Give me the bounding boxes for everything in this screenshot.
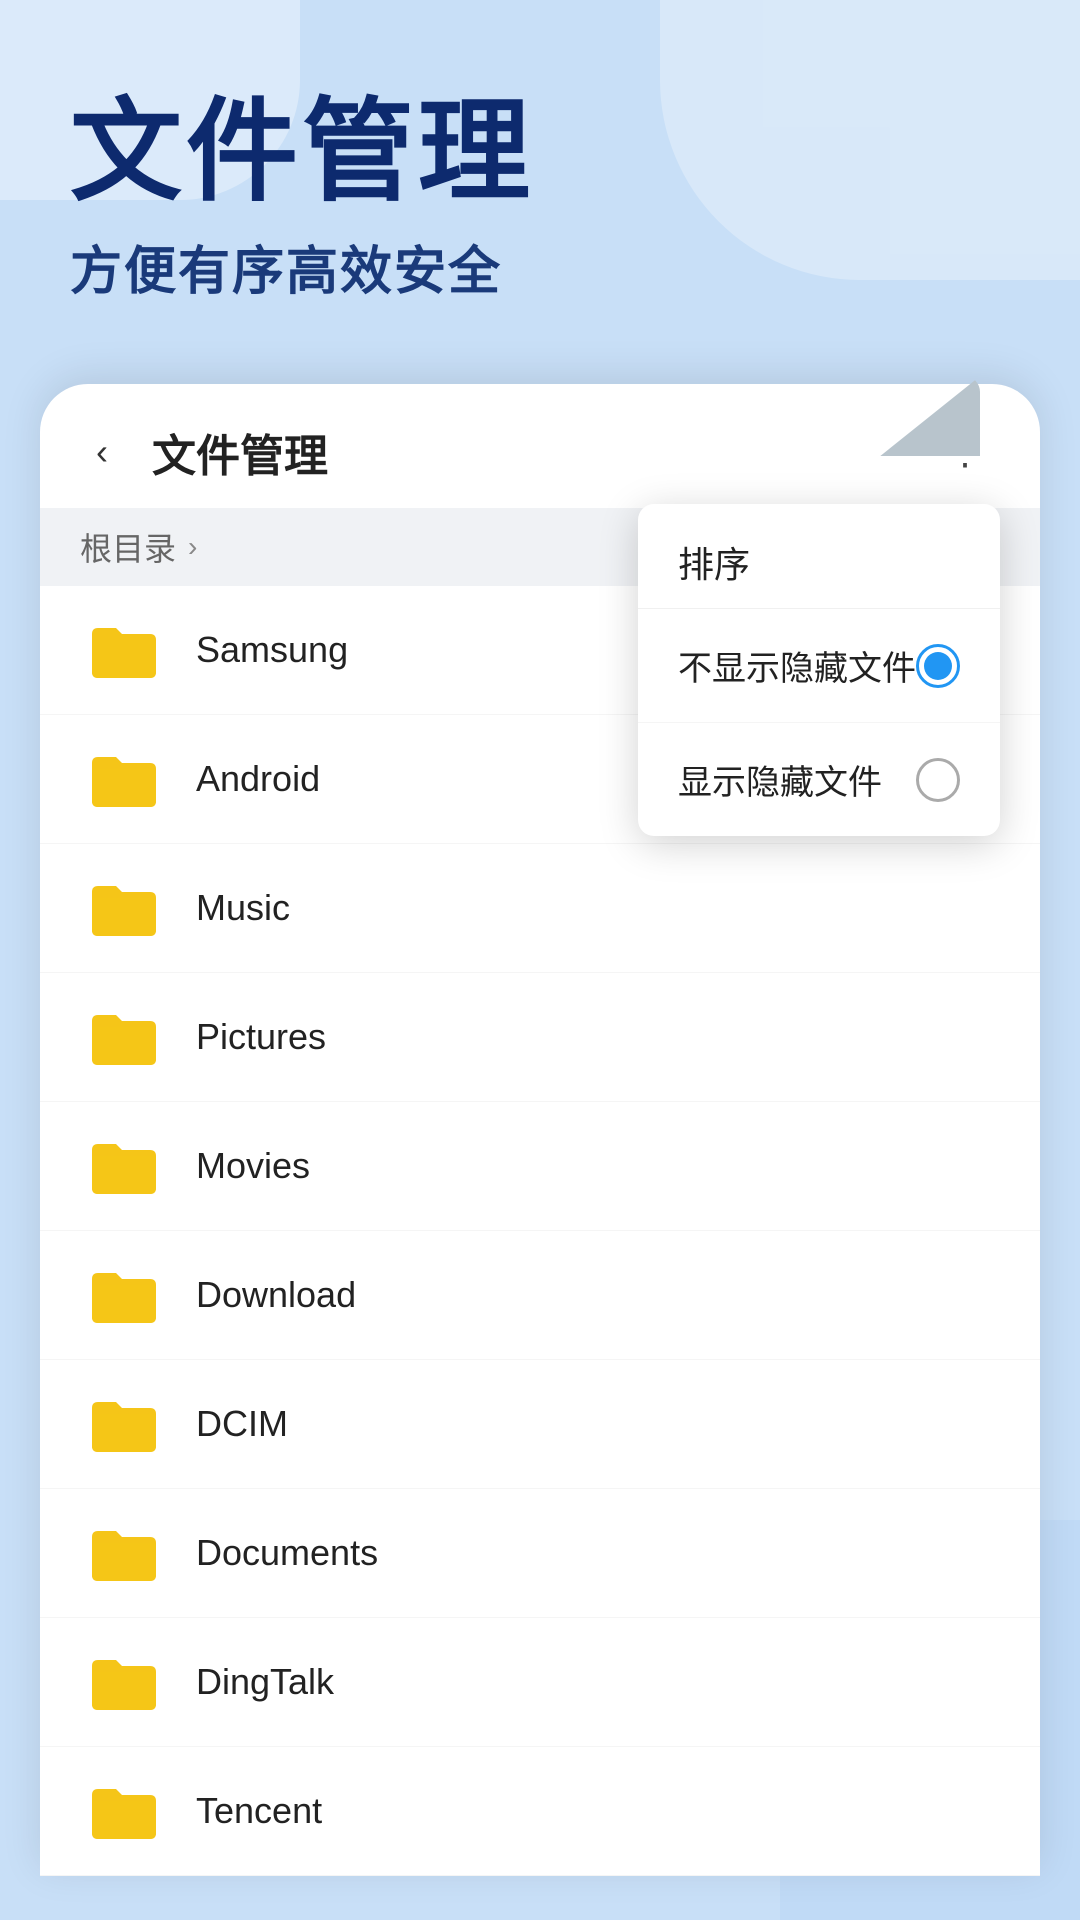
list-item[interactable]: DCIM <box>40 1360 1040 1489</box>
app-bar-left: ‹ 文件管理 <box>76 420 328 484</box>
folder-icon <box>88 1388 160 1460</box>
folder-icon <box>88 1517 160 1589</box>
list-item[interactable]: Music <box>40 844 1040 973</box>
list-item[interactable]: DingTalk <box>40 1618 1040 1747</box>
file-name: Samsung <box>196 629 348 671</box>
list-item[interactable]: Documents <box>40 1489 1040 1618</box>
app-bar: ‹ 文件管理 ⋮ <box>40 384 1040 508</box>
file-name: Tencent <box>196 1790 322 1832</box>
main-title: 文件管理 <box>70 90 1010 213</box>
dropdown-header: 排序 <box>638 504 1000 609</box>
header-area: 文件管理 方便有序高效安全 <box>0 0 1080 344</box>
dropdown-option-hide-hidden-label: 不显示隐藏文件 <box>678 641 916 690</box>
file-name: Android <box>196 758 320 800</box>
file-name: Pictures <box>196 1016 326 1058</box>
folder-icon <box>88 872 160 944</box>
breadcrumb-chevron-icon: › <box>188 531 197 563</box>
file-name: DingTalk <box>196 1661 334 1703</box>
sub-title: 方便有序高效安全 <box>70 229 1010 304</box>
file-name: Download <box>196 1274 356 1316</box>
folder-icon <box>88 1646 160 1718</box>
file-name: DCIM <box>196 1403 288 1445</box>
folder-icon <box>88 1259 160 1331</box>
folder-icon <box>88 743 160 815</box>
radio-unselected-icon <box>916 758 960 802</box>
file-name: Movies <box>196 1145 310 1187</box>
folder-icon <box>88 614 160 686</box>
dropdown-option-show-hidden[interactable]: 显示隐藏文件 <box>638 723 1000 836</box>
folder-icon <box>88 1001 160 1073</box>
dropdown-overlay: 排序 不显示隐藏文件 显示隐藏文件 <box>638 504 1000 836</box>
dropdown-option-hide-hidden[interactable]: 不显示隐藏文件 <box>638 609 1000 723</box>
file-name: Music <box>196 887 290 929</box>
list-item[interactable]: Pictures <box>40 973 1040 1102</box>
list-item[interactable]: Tencent <box>40 1747 1040 1876</box>
back-button[interactable]: ‹ <box>76 426 128 478</box>
folder-icon <box>88 1130 160 1202</box>
back-icon: ‹ <box>96 431 108 473</box>
dropdown-menu: 排序 不显示隐藏文件 显示隐藏文件 <box>638 504 1000 836</box>
folder-icon <box>88 1775 160 1847</box>
breadcrumb-root: 根目录 <box>80 524 176 570</box>
dropdown-option-show-hidden-label: 显示隐藏文件 <box>678 755 882 804</box>
list-item[interactable]: Movies <box>40 1102 1040 1231</box>
radio-selected-icon <box>916 644 960 688</box>
phone-mockup: ‹ 文件管理 ⋮ 根目录 › Samsung <box>40 384 1040 1876</box>
file-name: Documents <box>196 1532 378 1574</box>
app-bar-title: 文件管理 <box>152 420 328 484</box>
list-item[interactable]: Download <box>40 1231 1040 1360</box>
